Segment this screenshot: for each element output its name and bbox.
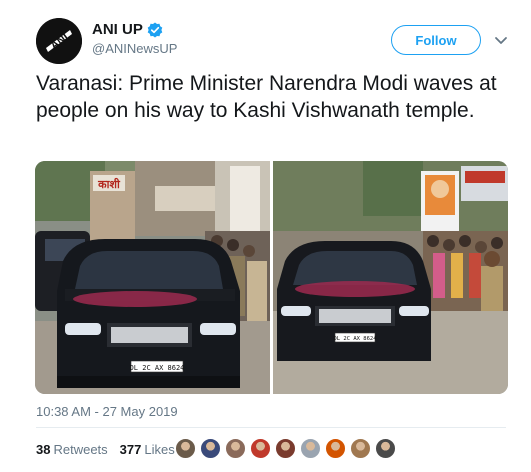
liker-avatar[interactable] — [325, 438, 346, 459]
tweet-timestamp[interactable]: 10:38 AM - 27 May 2019 — [36, 404, 178, 419]
media-grid: काशी DL 2C AX 8624 DL 2C AX 8624 — [35, 161, 508, 394]
engagement-stats: 38 Retweets 377 Likes — [36, 442, 175, 457]
avatar[interactable]: ANI — [36, 18, 82, 64]
tweet-text: Varanasi: Prime Minister Narendra Modi w… — [36, 72, 497, 122]
liker-avatar[interactable] — [200, 438, 221, 459]
shop-sign-text: काशी — [97, 177, 121, 191]
chevron-down-icon[interactable] — [494, 33, 508, 51]
car-street-photo-right: DL 2C AX 8624 — [273, 161, 508, 394]
liker-avatar[interactable] — [275, 438, 296, 459]
retweets-label: Retweets — [53, 442, 108, 457]
likes-stat[interactable]: 377 Likes — [120, 442, 175, 457]
account-handle[interactable]: @ANINewsUP — [92, 41, 177, 56]
liker-avatar[interactable] — [350, 438, 371, 459]
follow-button[interactable]: Follow — [391, 25, 481, 55]
retweets-stat[interactable]: 38 Retweets — [36, 442, 108, 457]
ani-logo-icon: ANI — [36, 18, 82, 64]
likes-label: Likes — [144, 442, 175, 457]
divider — [36, 427, 506, 428]
car-street-photo-left: काशी DL 2C AX 8624 — [35, 161, 270, 394]
media-photo-left[interactable]: काशी DL 2C AX 8624 — [35, 161, 270, 394]
liker-avatar[interactable] — [250, 438, 271, 459]
number-plate-text: DL 2C AX 8624 — [333, 336, 377, 342]
verified-badge-icon — [147, 22, 163, 38]
retweets-count: 38 — [36, 442, 51, 457]
media-photo-right[interactable]: DL 2C AX 8624 — [273, 161, 508, 394]
tweet-card: ANI ANI UP @ANINewsUP Follow Varanasi: P… — [0, 0, 531, 472]
name-row: ANI UP — [92, 21, 163, 38]
likes-count: 377 — [119, 442, 142, 457]
liker-avatar[interactable] — [375, 438, 396, 459]
liker-avatar[interactable] — [175, 438, 196, 459]
liker-avatar[interactable] — [225, 438, 246, 459]
liker-avatar[interactable] — [300, 438, 321, 459]
display-name[interactable]: ANI UP — [92, 21, 143, 38]
liker-avatars — [175, 438, 400, 459]
number-plate-text: DL 2C AX 8624 — [130, 364, 185, 372]
